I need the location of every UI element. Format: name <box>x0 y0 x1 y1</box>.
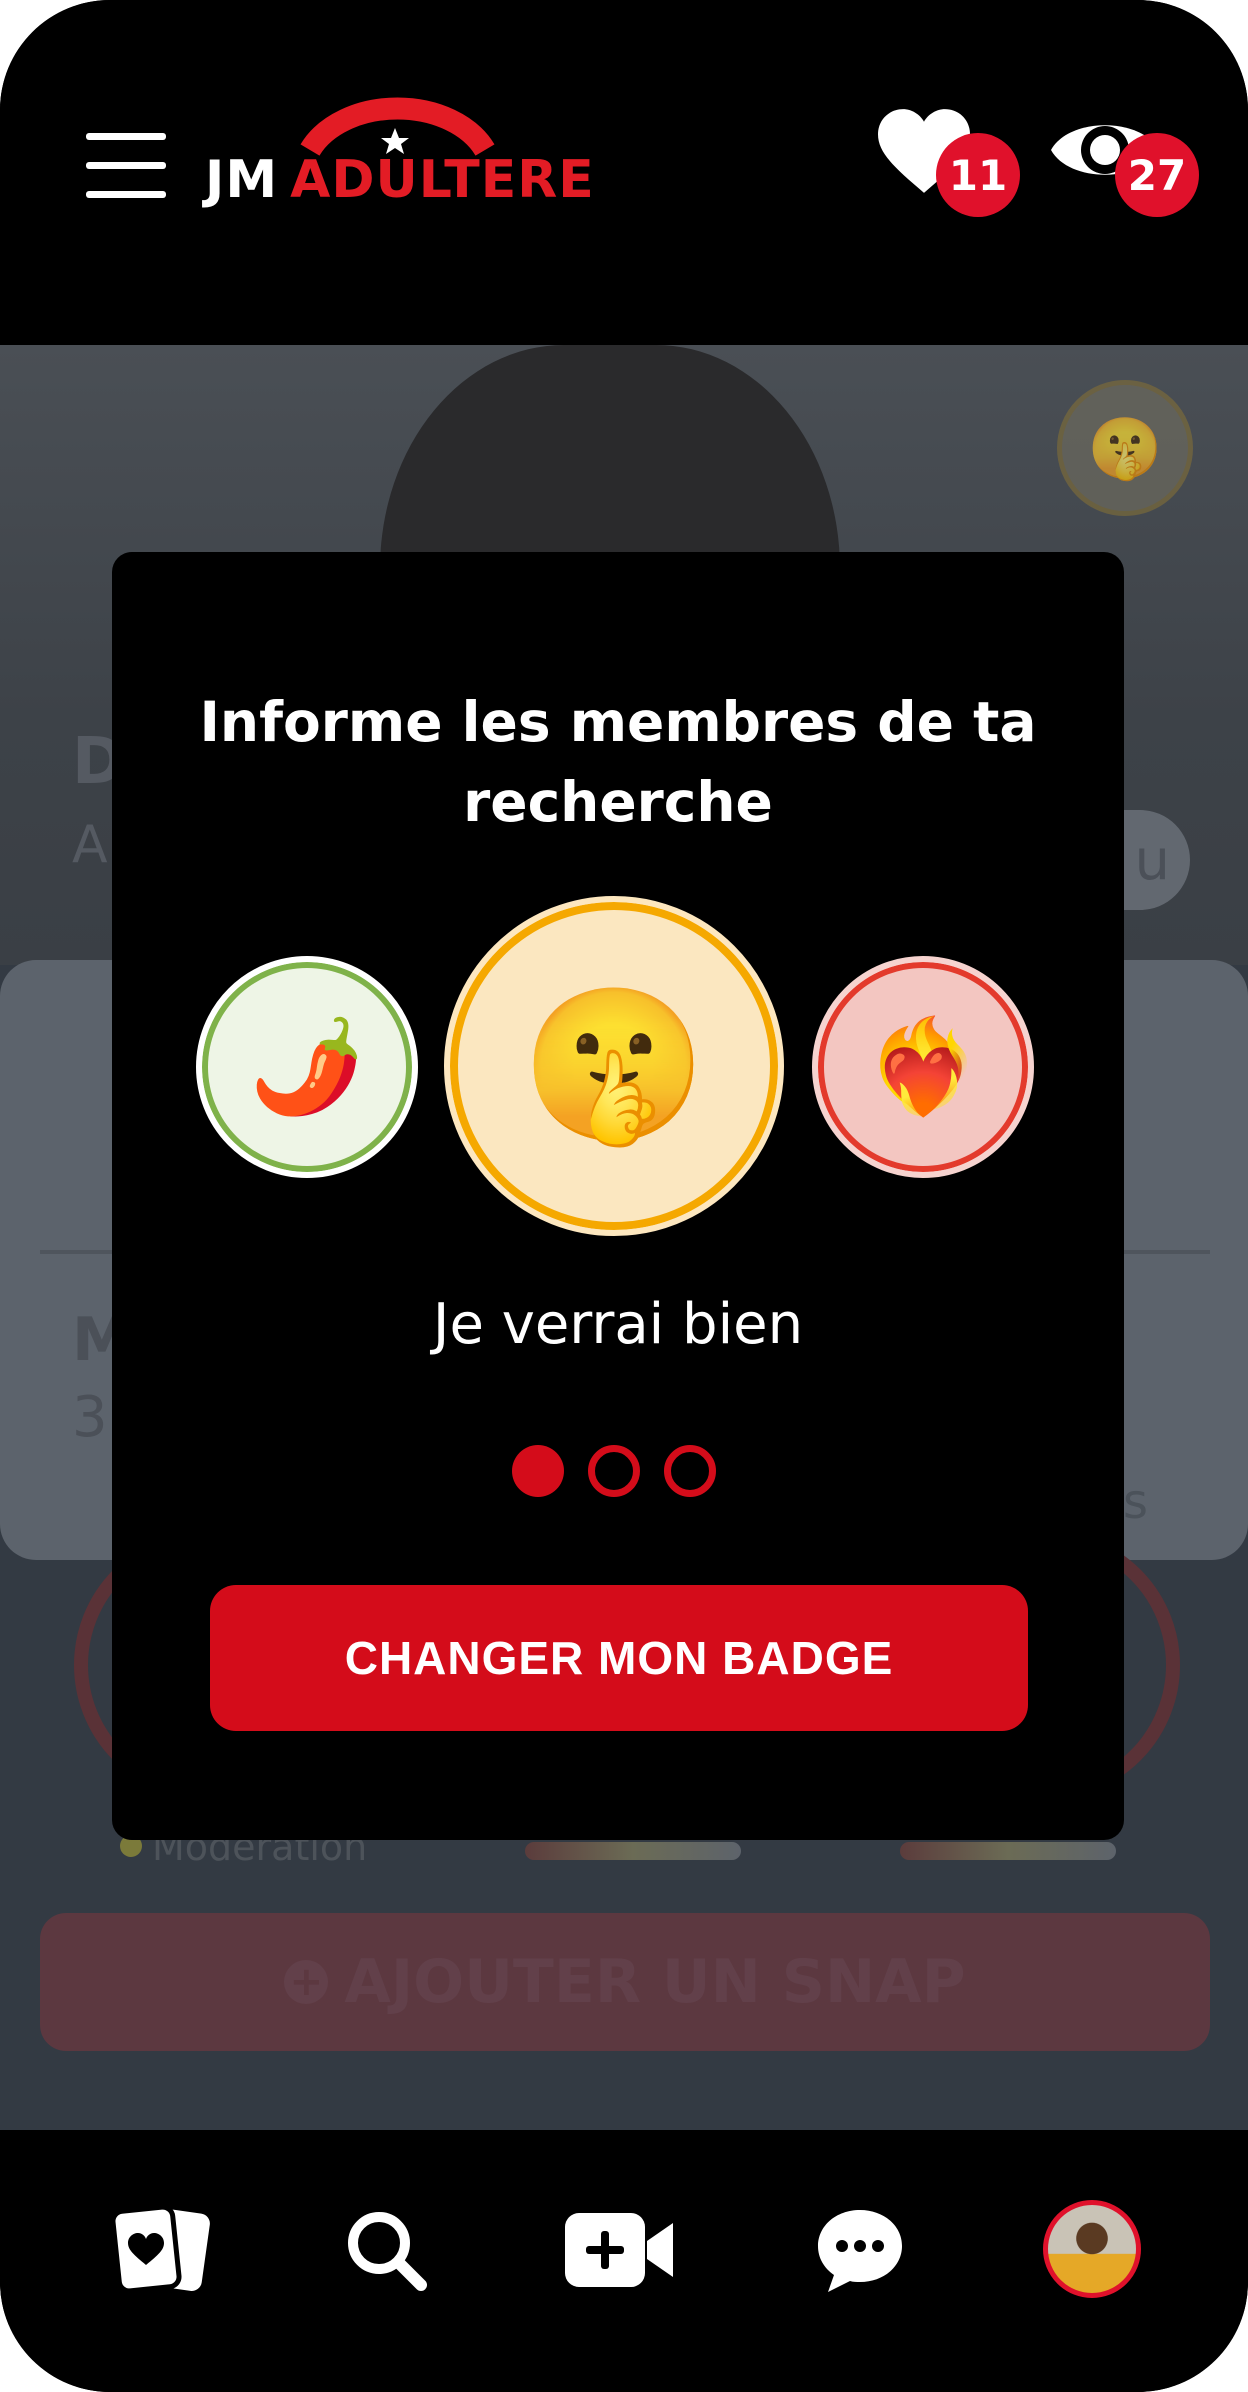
search-icon <box>348 2212 427 2291</box>
phone-frame: JM ADULTERE 11 27 🤫 D A u s M 3 Modérati… <box>0 0 1248 2392</box>
nav-search[interactable] <box>326 2190 446 2310</box>
add-snap-button: + AJOUTER UN SNAP <box>40 1913 1210 2051</box>
shush-icon: 🤫 <box>520 979 708 1153</box>
badge-caption: Je verrai bien <box>432 1292 804 1357</box>
change-badge-button[interactable]: CHANGER MON BADGE <box>210 1585 1028 1731</box>
views-count-badge: 27 <box>1115 133 1199 217</box>
badge-modal: Informe les membres de ta recherche 🌶️ 🤫… <box>112 552 1124 1840</box>
section-subtitle: 3 <box>72 1385 108 1450</box>
nav-chat[interactable] <box>800 2190 920 2310</box>
badge-option-heart-on-fire[interactable]: ❤️‍🔥 <box>812 956 1034 1178</box>
chat-icon <box>818 2210 902 2292</box>
app-logo[interactable]: JM ADULTERE <box>205 88 605 218</box>
likes-count-badge: 11 <box>936 133 1020 217</box>
logo-jm: JM <box>205 150 279 210</box>
likes-button[interactable]: 11 <box>872 105 1020 217</box>
logo-arch-icon <box>300 97 495 156</box>
logo-adultere: ADULTERE <box>290 150 595 210</box>
plus-circle-icon: + <box>284 1959 329 2005</box>
menu-icon[interactable] <box>86 133 166 199</box>
views-button[interactable]: 27 <box>1045 105 1199 217</box>
logo-text: JM ADULTERE <box>205 150 595 210</box>
profile-avatar[interactable] <box>1043 2200 1141 2298</box>
modal-title: Informe les membres de ta recherche <box>112 682 1124 842</box>
nav-cards[interactable] <box>100 2190 220 2310</box>
video-add-icon <box>565 2213 673 2287</box>
chili-icon: 🌶️ <box>249 1013 365 1120</box>
modal-title-text: Informe les membres de ta recherche <box>199 690 1037 834</box>
bottom-nav <box>0 2130 1248 2392</box>
badge-option-shush[interactable]: 🤫 <box>444 896 784 1236</box>
progress-bar <box>525 1842 741 1860</box>
nav-add-video[interactable] <box>560 2190 680 2310</box>
profile-subtitle: A <box>72 815 108 875</box>
cards-icon <box>110 2205 210 2294</box>
page-dot[interactable] <box>664 1445 716 1497</box>
app-header: JM ADULTERE 11 27 <box>0 0 1248 345</box>
badge-option-chili[interactable]: 🌶️ <box>196 956 418 1178</box>
page-dot[interactable] <box>588 1445 640 1497</box>
heart-on-fire-icon: ❤️‍🔥 <box>865 1013 981 1120</box>
page-dot-active[interactable] <box>512 1445 564 1497</box>
progress-bar <box>900 1842 1116 1860</box>
stats-label: s <box>1122 1474 1148 1530</box>
profile-badge-icon: 🤫 <box>1057 380 1193 516</box>
add-snap-label: AJOUTER UN SNAP <box>344 1947 966 2017</box>
